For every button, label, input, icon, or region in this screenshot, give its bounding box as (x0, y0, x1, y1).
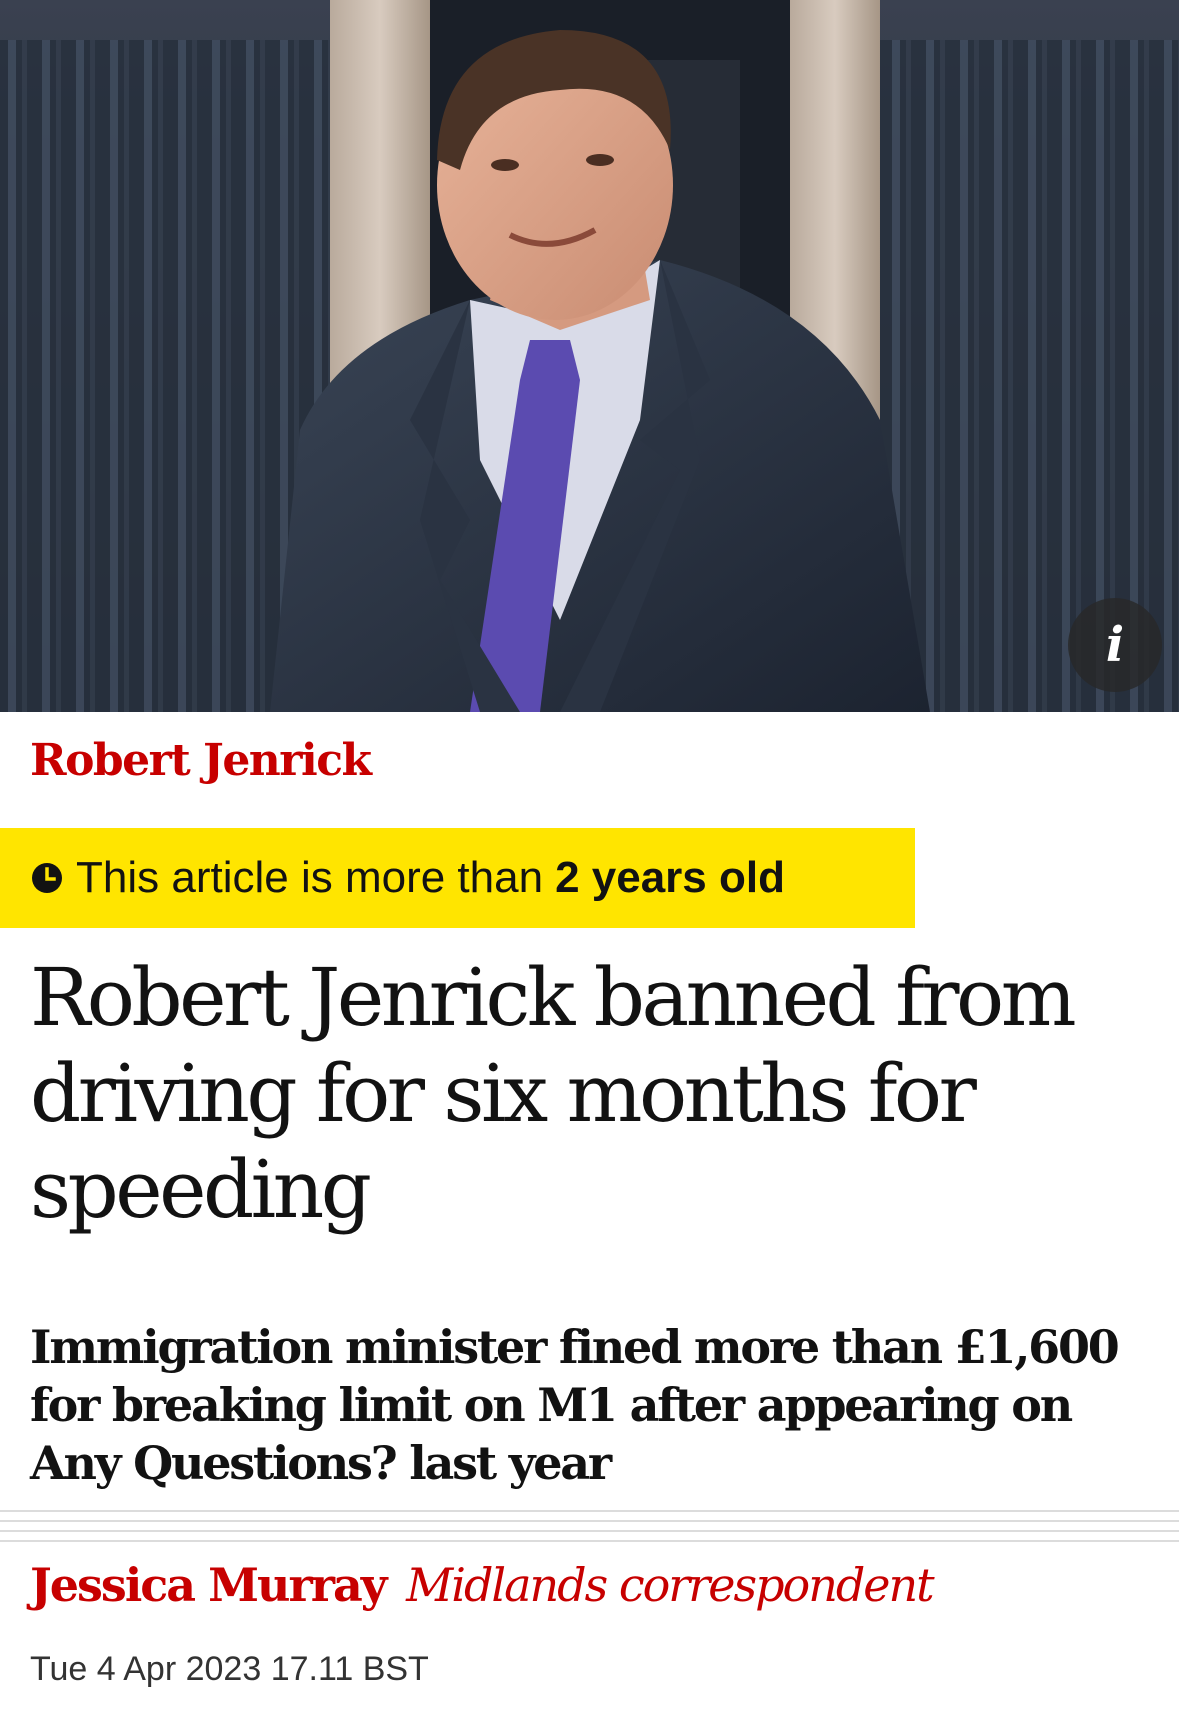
publication-date: Tue 4 Apr 2023 17.11 BST (30, 1650, 429, 1688)
divider-line (0, 1540, 1179, 1542)
age-warning-emphasis: 2 years old (555, 853, 785, 902)
series-kicker-link[interactable]: Robert Jenrick (30, 735, 372, 786)
article-headline: Robert Jenrick banned from driving for s… (30, 951, 1077, 1236)
age-warning-text: This article is more than (76, 853, 544, 902)
divider-line (0, 1530, 1179, 1532)
divider-line (0, 1510, 1179, 1512)
author-role: Midlands correspondent (406, 1558, 935, 1612)
image-info-button[interactable]: i (1068, 598, 1162, 692)
info-icon: i (1105, 617, 1125, 673)
hero-photo (0, 0, 1179, 712)
clock-icon (32, 863, 62, 893)
author-link[interactable]: Jessica Murray (30, 1558, 387, 1612)
article-standfirst: Immigration minister fined more than £1,… (30, 1320, 1120, 1490)
byline: Jessica Murray Midlands correspondent (30, 1558, 935, 1612)
hero-image: i (0, 0, 1179, 712)
article-age-warning: This article is more than 2 years old (0, 828, 915, 928)
divider-line (0, 1520, 1179, 1522)
